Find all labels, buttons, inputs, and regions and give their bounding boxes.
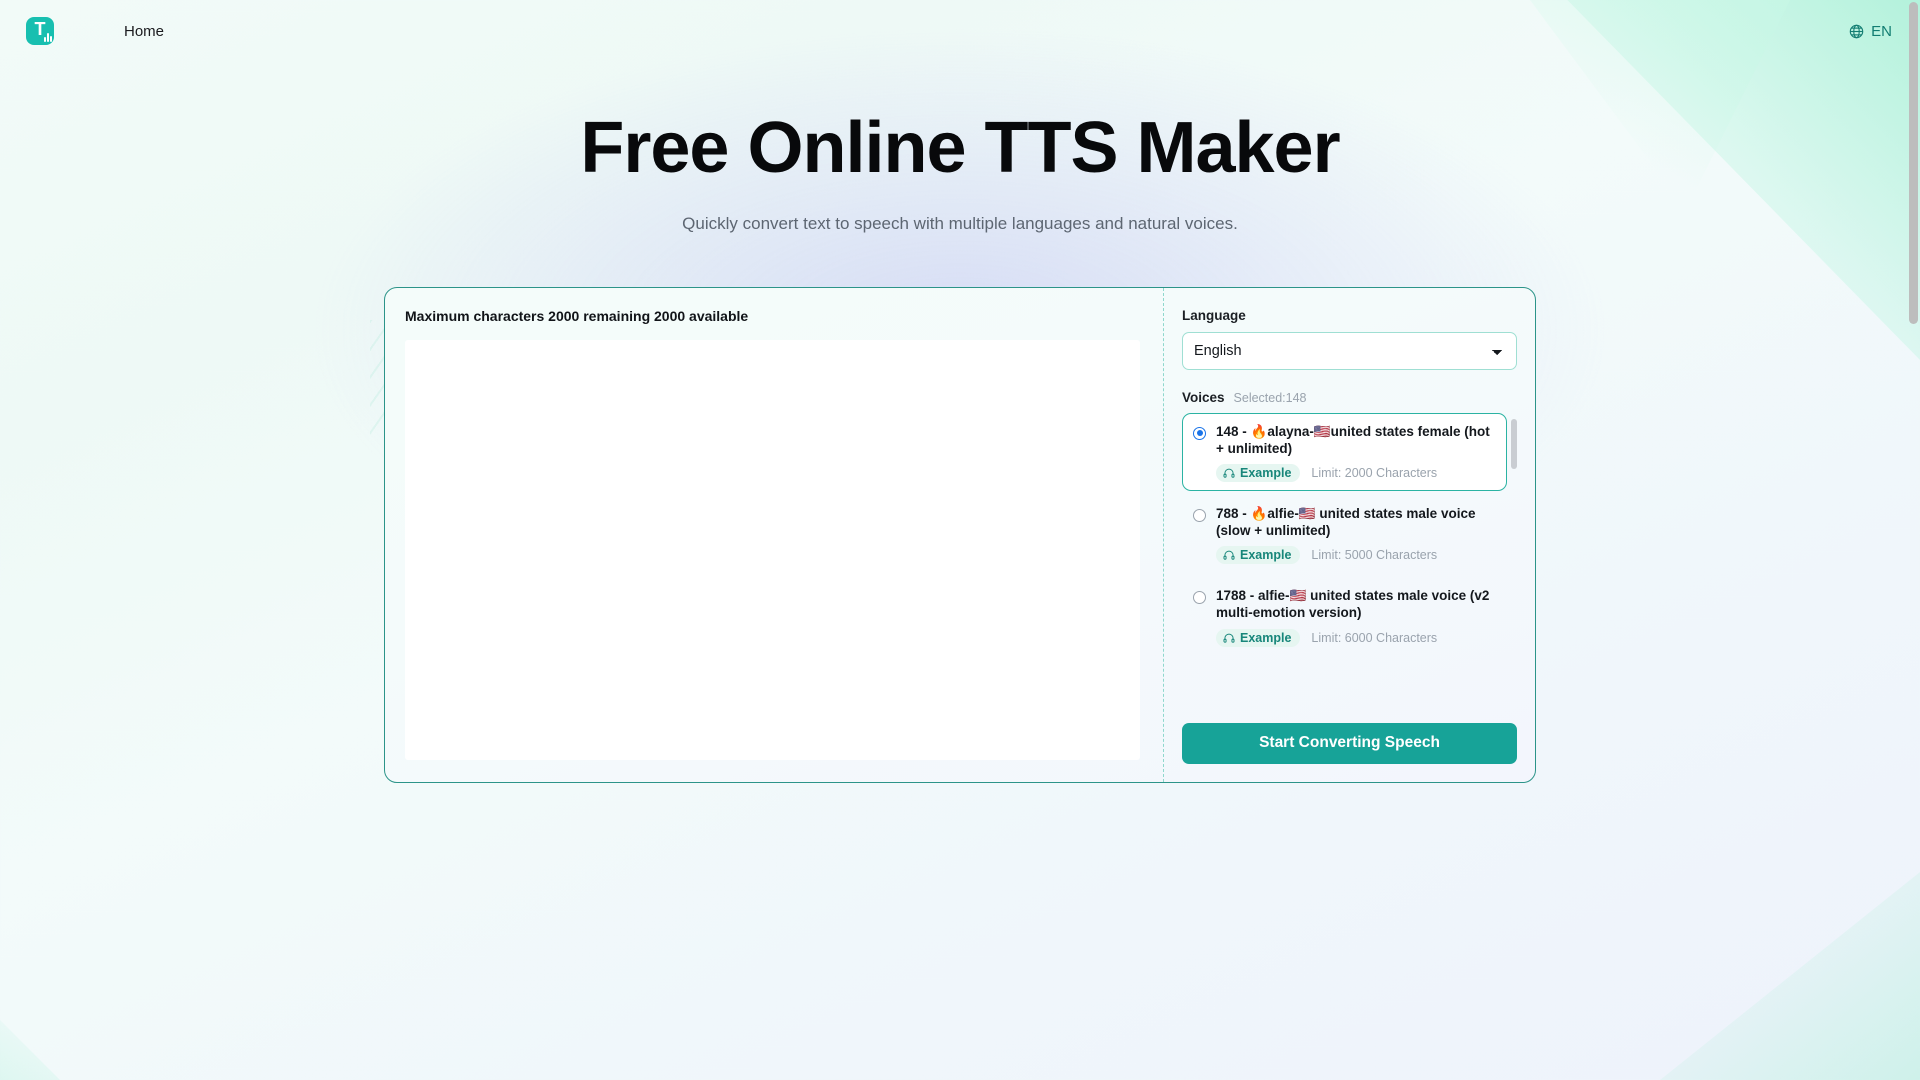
voices-selected-count: Selected:148 (1233, 390, 1307, 405)
voice-item-body: 1788 - alfie-🇺🇸 united states male voice… (1216, 587, 1496, 647)
voice-meta: Example Limit: 6000 Characters (1216, 628, 1496, 647)
voice-list-item[interactable]: 148 - 🔥alayna-🇺🇸united states female (ho… (1182, 412, 1507, 492)
voice-list[interactable]: 148 - 🔥alayna-🇺🇸united states female (ho… (1182, 412, 1517, 709)
page-scrollbar[interactable] (1906, 0, 1920, 1080)
voice-meta: Example Limit: 2000 Characters (1216, 464, 1496, 483)
globe-icon (1849, 24, 1864, 39)
tts-converter-card: Maximum characters 2000 remaining 2000 a… (384, 286, 1536, 783)
language-switcher[interactable]: EN (1849, 23, 1892, 40)
character-counter: Maximum characters 2000 remaining 2000 a… (405, 307, 749, 324)
voice-example-button[interactable]: Example (1216, 464, 1301, 483)
voice-name: 788 - 🔥alfie-🇺🇸 united states male voice… (1216, 506, 1476, 539)
language-switcher-label: EN (1871, 22, 1892, 40)
voice-example-button[interactable]: Example (1216, 628, 1301, 647)
headphones-icon (1223, 549, 1235, 561)
voice-example-button[interactable]: Example (1216, 546, 1301, 565)
voice-list-item[interactable]: 788 - 🔥alfie-🇺🇸 united states male voice… (1182, 495, 1507, 573)
voice-radio-icon[interactable] (1193, 509, 1206, 523)
voice-list-scrollbar-thumb[interactable] (1511, 418, 1517, 469)
voice-name: 148 - 🔥alayna-🇺🇸united states female (ho… (1216, 423, 1490, 456)
start-converting-speech-button[interactable]: Start Converting Speech (1182, 722, 1517, 764)
hero-section: Free Online TTS Maker Quickly convert te… (0, 108, 1920, 234)
site-header: T Home EN (0, 0, 1920, 62)
logo-link[interactable]: T (26, 17, 54, 45)
voice-radio-icon[interactable] (1193, 591, 1206, 605)
page-scrollbar-thumb[interactable] (1909, 2, 1918, 324)
voice-example-label: Example (1240, 548, 1292, 563)
voice-limit: Limit: 5000 Characters (1311, 548, 1438, 563)
language-select[interactable]: English (1182, 331, 1517, 370)
nav-item-home[interactable]: Home (124, 23, 164, 40)
voice-list-scrollbar[interactable] (1511, 415, 1517, 707)
voice-example-label: Example (1240, 630, 1292, 645)
voice-limit: Limit: 2000 Characters (1311, 466, 1438, 481)
voice-limit: Limit: 6000 Characters (1311, 630, 1438, 645)
voice-item-body: 788 - 🔥alfie-🇺🇸 united states male voice… (1216, 505, 1496, 565)
corner-decoration-bottom-right (1660, 872, 1920, 1080)
corner-decoration-bottom-left (0, 1020, 240, 1080)
voice-item-body: 148 - 🔥alayna-🇺🇸united states female (ho… (1216, 423, 1496, 483)
voice-name: 1788 - alfie-🇺🇸 united states male voice… (1216, 588, 1490, 621)
text-editor-panel: Maximum characters 2000 remaining 2000 a… (385, 288, 1163, 782)
sound-wave-icon (44, 33, 52, 42)
options-panel: Language English Voices Selected:148 148… (1164, 288, 1535, 782)
voice-meta: Example Limit: 5000 Characters (1216, 546, 1496, 565)
voice-example-label: Example (1240, 466, 1292, 481)
voices-header: Voices Selected:148 (1182, 390, 1517, 405)
voice-radio-icon[interactable] (1193, 426, 1206, 440)
text-input[interactable] (405, 339, 1140, 760)
language-label: Language (1182, 307, 1246, 323)
headphones-icon (1223, 632, 1235, 644)
tts-logo-icon: T (26, 17, 54, 45)
page-subtitle: Quickly convert text to speech with mult… (682, 213, 1238, 233)
headphones-icon (1223, 467, 1235, 479)
voice-list-item[interactable]: 1788 - alfie-🇺🇸 united states male voice… (1182, 577, 1507, 655)
page-title: Free Online TTS Maker (580, 108, 1340, 188)
voices-label: Voices (1182, 389, 1225, 405)
